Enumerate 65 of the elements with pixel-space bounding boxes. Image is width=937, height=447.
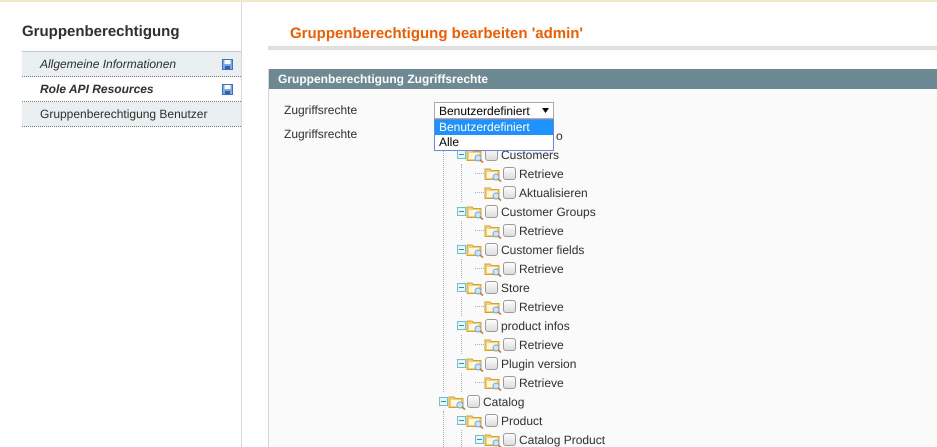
tree-node-label[interactable]: Catalog — [483, 394, 524, 408]
collapse-toggle[interactable] — [457, 416, 466, 425]
collapse-toggle[interactable] — [457, 321, 466, 330]
field-label: Zugriffsrechte — [284, 126, 358, 143]
folder-search-icon — [484, 184, 502, 200]
tree-node-label[interactable]: Catalog Product — [519, 432, 606, 446]
checkbox[interactable] — [467, 395, 480, 408]
tree-node-label[interactable]: Customers — [501, 148, 560, 162]
tree-node-label[interactable]: Retrieve — [519, 224, 564, 238]
tree-node-label[interactable]: Retrieve — [519, 262, 564, 276]
tree-node-label[interactable]: Customer fields — [501, 242, 584, 256]
checkbox[interactable] — [503, 186, 516, 199]
save-icon — [222, 58, 233, 70]
sidebar-title: Gruppenberechtigung — [22, 23, 180, 42]
collapse-toggle[interactable] — [439, 397, 448, 406]
tree-node-label[interactable]: Product — [501, 414, 542, 428]
folder-search-icon — [484, 166, 502, 182]
folder-search-icon — [466, 356, 484, 372]
checkbox[interactable] — [503, 338, 516, 351]
collapse-toggle[interactable] — [457, 245, 466, 254]
tree-node-label[interactable]: Retrieve — [519, 166, 564, 180]
checkbox[interactable] — [485, 281, 498, 294]
tree-node-label[interactable]: Retrieve — [519, 300, 564, 314]
folder-search-icon — [466, 280, 484, 296]
folder-search-icon — [466, 318, 484, 334]
folder-search-icon — [484, 432, 502, 447]
folder-search-icon — [448, 394, 466, 410]
tree-node-label[interactable]: Aktualisieren — [519, 186, 588, 200]
folder-search-icon — [466, 204, 484, 220]
folder-search-icon — [484, 336, 502, 352]
tree-node-label[interactable]: Retrieve — [519, 338, 564, 352]
tree-node-label[interactable]: product infos — [501, 318, 570, 332]
checkbox[interactable] — [503, 300, 516, 313]
sidebar-tab[interactable]: Gruppenberechtigung Benutzer — [22, 102, 241, 127]
collapse-toggle[interactable] — [475, 435, 484, 444]
tree-node-label[interactable]: Customer Groups — [501, 204, 596, 218]
page-title: Gruppenberechtigung bearbeiten 'admin' — [268, 25, 937, 50]
checkbox[interactable] — [503, 433, 516, 446]
caret-icon — [542, 108, 549, 113]
collapse-toggle[interactable] — [457, 207, 466, 216]
checkbox[interactable] — [503, 167, 516, 180]
tree-node-label[interactable]: Retrieve — [519, 376, 564, 390]
checkbox[interactable] — [485, 357, 498, 370]
folder-search-icon — [484, 260, 502, 276]
checkbox[interactable] — [485, 414, 498, 427]
field-label: Zugriffsrechte — [284, 102, 358, 119]
checkbox[interactable] — [503, 376, 516, 389]
sidebar-tab[interactable]: Allgemeine Informationen — [22, 51, 241, 77]
folder-search-icon — [466, 412, 484, 428]
folder-search-icon — [484, 298, 502, 314]
folder-search-icon — [466, 242, 484, 258]
checkbox[interactable] — [503, 262, 516, 275]
folder-search-icon — [484, 374, 502, 390]
checkbox[interactable] — [485, 205, 498, 218]
tree-node-label[interactable]: Store — [501, 280, 530, 294]
save-icon — [222, 84, 233, 94]
checkbox[interactable] — [485, 319, 498, 332]
collapse-toggle[interactable] — [457, 359, 466, 368]
section-header: Gruppenberechtigung Zugriffsrechte — [269, 69, 937, 89]
checkbox[interactable] — [485, 243, 498, 256]
checkbox[interactable] — [503, 224, 516, 237]
collapse-toggle[interactable] — [457, 283, 466, 292]
access-select[interactable]: Benutzerdefiniert — [434, 102, 554, 119]
folder-search-icon — [484, 222, 502, 238]
tree-node-label[interactable]: Plugin version — [501, 356, 576, 370]
